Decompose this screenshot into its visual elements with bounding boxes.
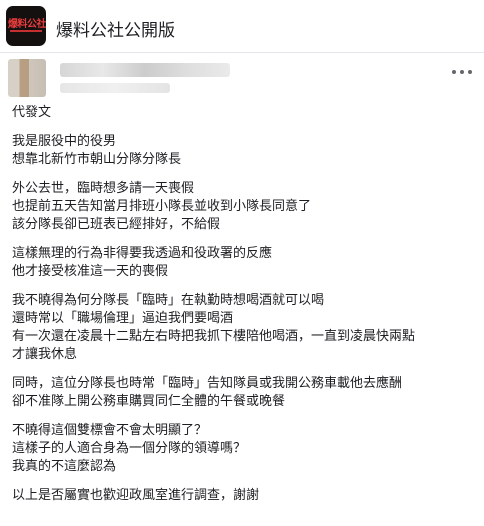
post-text-line: 也提前五天告知當月排班小隊長並收到小隊長同意了 [12,199,312,214]
post-text-line: 外公去世，臨時想多請一天喪假 [12,181,195,196]
post-paragraph: 外公去世，臨時想多請一天喪假也提前五天告知當月排班小隊長並收到小隊長同意了 該分隊… [12,180,478,234]
post-text-line: 我是服役中的役男 [12,134,117,149]
more-options-icon[interactable] [452,66,472,78]
page-header: 爆料公社 爆料公社公開版 [0,0,484,52]
post-text-line: 該分隊長卻已班表已經排好，不給假 [12,217,221,232]
post-text-line: 想靠北新竹市朝山分隊分隊長 [12,152,182,167]
post-time-blurred [60,83,170,93]
post-text-line: 以上是否屬實也歡迎政風室進行調查，謝謝 [12,488,260,503]
post-paragraph: 以上是否屬實也歡迎政風室進行調查，謝謝 [12,487,478,505]
post-paragraph: 這樣無理的行為非得要我透過和役政署的反應 他才接受核准這一天的喪假 [12,245,478,281]
post-text-line: 才讓我休息 [12,347,78,362]
post-text-line: 同時，這位分隊長也時常「臨時」告知隊員或我開公務車載他去應酬 [12,376,403,391]
post-text-line: 有一次還在凌晨十二點左右時把我抓下樓陪他喝酒，一直到凌晨快兩點 [12,329,416,344]
author-avatar-blurred[interactable] [8,59,46,97]
post-text-line: 代發文 [12,105,52,120]
logo-text: 爆料公社 [8,19,46,30]
post-text-line: 卻不准隊上開公務車購買同仁全體的午餐或晚餐 [12,394,286,409]
post-text-line: 還時常以「職場倫理」逼迫我們要喝酒 [12,311,234,326]
post-paragraph: 代發文 [12,104,478,122]
logo-underline [10,30,42,32]
post-body: 代發文我是服役中的役男想靠北新竹市朝山分隊分隊長 外公去世，臨時想多請一天喪假也提… [12,104,478,516]
post-paragraph: 同時，這位分隊長也時常「臨時」告知隊員或我開公務車載他去應酬 卻不准隊上開公務車購… [12,375,478,411]
post-paragraph: 我是服役中的役男想靠北新竹市朝山分隊分隊長 [12,133,478,169]
post-text-line: 他才接受核准這一天的喪假 [12,264,169,279]
post-author-row [0,53,484,100]
post-paragraph: 不曉得這個雙標會不會太明顯了？ 這樣子的人適合身為一個分隊的領導嗎？ 我真的不這麼認… [12,422,478,476]
post-text-line: 這樣無理的行為非得要我透過和役政署的反應 [12,246,273,261]
page-logo[interactable]: 爆料公社 [6,6,46,46]
post-text-line: 這樣子的人適合身為一個分隊的領導嗎？ [12,441,247,456]
post-paragraph: 我不曉得為何分隊長「臨時」在執勤時想喝酒就可以喝 還時常以「職場倫理」逼迫我們要喝… [12,292,478,364]
author-name-blurred[interactable] [60,63,230,77]
post-text-line: 我真的不這麼認為 [12,459,117,474]
post-text-line: 我不曉得為何分隊長「臨時」在執勤時想喝酒就可以喝 [12,293,325,308]
post-text-line: 不曉得這個雙標會不會太明顯了？ [12,423,208,438]
page-name[interactable]: 爆料公社公開版 [56,16,175,41]
